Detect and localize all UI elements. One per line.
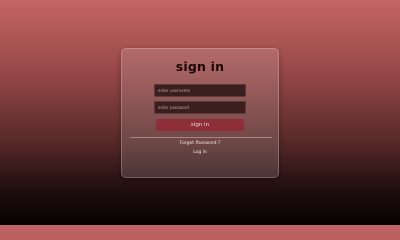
signin-title: sign in	[175, 59, 225, 74]
forgot-password-link[interactable]: Forget Password ?	[122, 141, 278, 146]
username-input[interactable]	[154, 84, 246, 97]
divider	[130, 137, 272, 138]
password-input[interactable]	[154, 101, 246, 114]
signin-button[interactable]: sign in	[156, 119, 244, 131]
signin-card: sign in sign in Forget Password ? Log in	[121, 48, 279, 178]
login-link[interactable]: Log in	[122, 150, 278, 155]
